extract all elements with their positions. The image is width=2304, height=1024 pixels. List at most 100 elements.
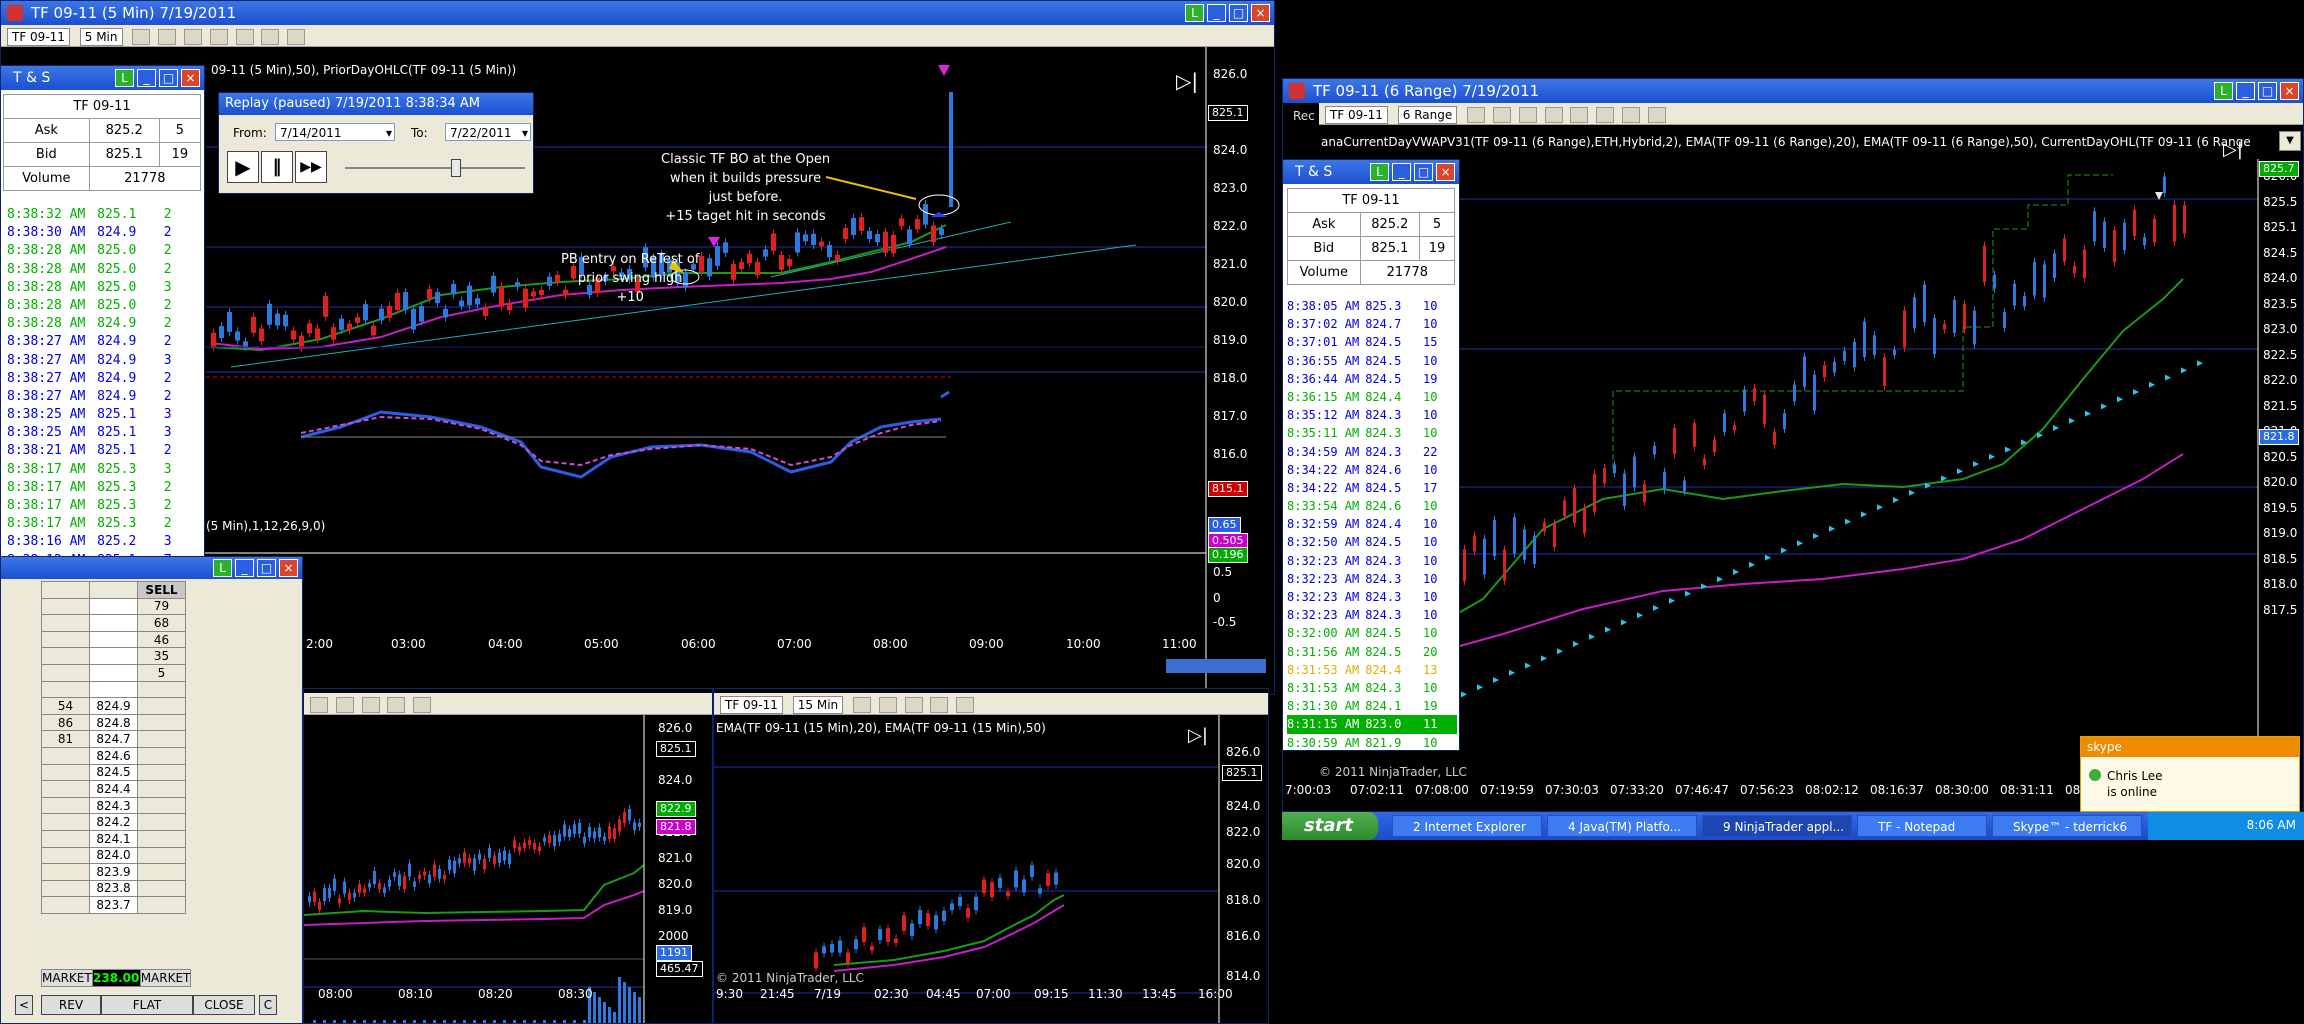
taskbar-item[interactable]: 4 Java(TM) Platfo... <box>1547 815 1697 837</box>
sell-cell[interactable] <box>137 680 186 699</box>
strategy-icon[interactable] <box>287 28 306 45</box>
buy-cell[interactable]: 81 <box>41 730 90 748</box>
fast-forward-button[interactable]: ▶▶ <box>295 151 327 183</box>
buy-cell[interactable] <box>41 647 90 665</box>
grid-icon[interactable] <box>235 28 254 45</box>
cursor-icon[interactable] <box>183 28 202 45</box>
interval-select[interactable]: 5 Min <box>79 27 123 46</box>
horizontal-scrollbar[interactable] <box>1166 659 1266 673</box>
sell-cell[interactable] <box>137 813 186 831</box>
play-to-end-icon[interactable]: ▷| <box>1188 725 1208 746</box>
close-button[interactable]: × <box>1251 4 1270 22</box>
close-button[interactable]: × <box>279 559 298 577</box>
sell-cell[interactable]: 68 <box>137 614 186 632</box>
buy-cell[interactable] <box>41 780 90 798</box>
taskbar-item[interactable]: TF - Notepad <box>1857 815 1987 837</box>
sell-cell[interactable] <box>137 846 186 865</box>
sell-cell[interactable]: 35 <box>137 647 186 665</box>
cursor-icon[interactable] <box>904 696 923 713</box>
minimize-button[interactable]: _ <box>235 559 254 577</box>
buy-cell[interactable] <box>41 796 90 815</box>
buy-cell[interactable]: 54 <box>41 697 90 715</box>
grid-icon[interactable] <box>387 696 406 713</box>
close-button[interactable]: × <box>181 69 200 87</box>
ts-titlebar[interactable]: T & S L _ □ × <box>1 66 204 90</box>
cursor-icon[interactable] <box>335 696 354 713</box>
maximize-button[interactable]: □ <box>1229 4 1248 22</box>
cancel-orders-button[interactable]: C <box>259 995 277 1015</box>
buy-cell[interactable] <box>41 746 90 765</box>
collapse-panel-button[interactable]: ▼ <box>2279 131 2301 151</box>
ts-titlebar[interactable]: T & S L _ □ × <box>1283 160 1459 184</box>
sell-cell[interactable] <box>137 796 186 815</box>
replay-titlebar[interactable]: Replay (paused) 7/19/2011 8:38:34 AM <box>219 93 533 115</box>
pencil-icon[interactable] <box>158 28 177 45</box>
properties-icon[interactable] <box>261 28 280 45</box>
link-button[interactable]: L <box>213 559 232 577</box>
instrument-select[interactable]: TF 09-11 <box>720 695 783 714</box>
sell-cell[interactable] <box>137 879 186 898</box>
link-button[interactable]: L <box>1185 4 1204 22</box>
sell-cell[interactable]: 5 <box>137 663 186 682</box>
sell-market-button[interactable]: MARKET <box>139 969 192 987</box>
taskbar-item[interactable]: 2 Internet Explorer <box>1392 815 1542 837</box>
sell-cell[interactable] <box>137 780 186 798</box>
minimize-button[interactable]: _ <box>1392 163 1411 181</box>
to-date-picker[interactable]: 7/22/2011 ▾ <box>445 123 531 141</box>
taskbar-item[interactable]: Skype™ - tderrick6 <box>1992 815 2142 837</box>
start-button[interactable]: start <box>1282 812 1378 840</box>
taskbar-item[interactable]: 9 NinjaTrader appl... <box>1702 815 1852 837</box>
maximize-button[interactable]: □ <box>1414 163 1433 181</box>
buy-cell[interactable] <box>41 614 90 632</box>
buy-cell[interactable] <box>41 829 90 848</box>
sell-cell[interactable] <box>137 829 186 848</box>
dom-titlebar[interactable]: L _ □ × <box>1 557 302 579</box>
slider-thumb[interactable] <box>451 159 461 177</box>
instrument-select[interactable]: TF 09-11 <box>7 27 70 46</box>
buy-cell[interactable] <box>41 680 90 699</box>
zoom-icon[interactable] <box>361 696 380 713</box>
pencil-icon[interactable] <box>310 696 328 713</box>
buy-cell[interactable] <box>41 813 90 831</box>
minimize-button[interactable]: _ <box>1207 4 1226 22</box>
sell-column-header[interactable]: SELL <box>137 581 186 599</box>
sell-cell[interactable] <box>137 896 186 914</box>
window-titlebar[interactable]: TF 09-11 (5 Min) 7/19/2011 L _ □ × <box>1 1 1274 25</box>
interval-select[interactable]: 15 Min <box>792 695 844 714</box>
close-position-button[interactable]: CLOSE <box>193 995 255 1015</box>
sell-cell[interactable]: 46 <box>137 630 186 649</box>
maximize-button[interactable]: □ <box>257 559 276 577</box>
flatten-button[interactable]: FLAT <box>101 995 193 1015</box>
buy-column-header[interactable] <box>41 581 90 599</box>
buy-cell[interactable] <box>41 896 90 914</box>
sell-cell[interactable]: 79 <box>137 597 186 616</box>
pencil-icon[interactable] <box>878 696 897 713</box>
collapse-button[interactable]: < <box>15 995 33 1015</box>
properties-icon[interactable] <box>413 696 432 713</box>
sell-cell[interactable] <box>137 713 186 732</box>
sell-cell[interactable] <box>137 746 186 765</box>
play-to-end-icon[interactable]: ▷| <box>1176 69 1198 93</box>
buy-cell[interactable] <box>41 763 90 782</box>
link-button[interactable]: L <box>115 69 134 87</box>
sell-cell[interactable] <box>137 697 186 715</box>
buy-cell[interactable] <box>41 863 90 881</box>
sell-cell[interactable] <box>137 763 186 782</box>
from-date-picker[interactable]: 7/14/2011 ▾ <box>275 123 395 141</box>
skype-notification[interactable]: skype Chris Lee is online <box>2080 736 2300 812</box>
maximize-button[interactable]: □ <box>159 69 178 87</box>
play-button[interactable]: ▶ <box>227 151 259 183</box>
pause-button[interactable]: ‖ <box>261 151 293 183</box>
bars-icon[interactable] <box>852 696 871 713</box>
bars-icon[interactable] <box>132 28 151 45</box>
buy-cell[interactable] <box>41 663 90 682</box>
sell-cell[interactable] <box>137 730 186 748</box>
zoom-icon[interactable] <box>209 28 228 45</box>
buy-cell[interactable]: 86 <box>41 713 90 732</box>
buy-market-button[interactable]: MARKET <box>41 969 93 987</box>
sell-cell[interactable] <box>137 863 186 881</box>
buy-cell[interactable] <box>41 630 90 649</box>
buy-cell[interactable] <box>41 879 90 898</box>
buy-cell[interactable] <box>41 597 90 616</box>
link-button[interactable]: L <box>1370 163 1389 181</box>
